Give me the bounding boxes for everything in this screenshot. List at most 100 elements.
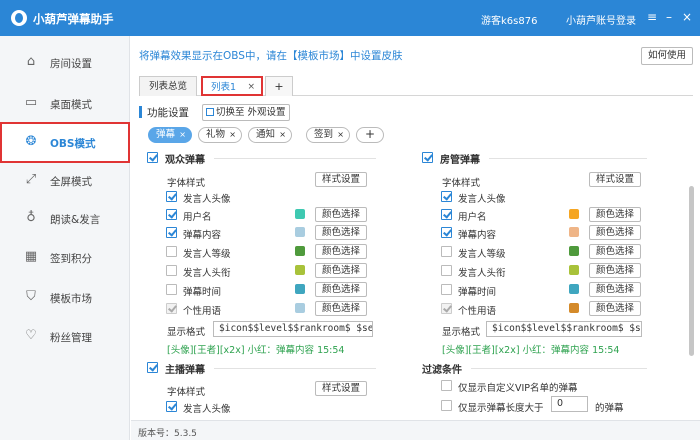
chip-close-icon[interactable]: × (179, 128, 186, 142)
color-swatch (569, 209, 579, 219)
color-picker-button[interactable]: 颜色选择 (315, 244, 367, 259)
sidebar-item-obs-mode[interactable]: ❂ OBS模式 (0, 122, 130, 163)
manager-time-checkbox[interactable] (441, 284, 452, 295)
tab-list-overview[interactable]: 列表总览 (139, 76, 197, 96)
chip-close-icon[interactable]: × (279, 128, 286, 142)
manager-phrase-checkbox (441, 303, 452, 314)
chip-close-icon[interactable]: × (229, 128, 236, 142)
vip-only-label: 仅显示自定义VIP名单的弹幕 (458, 383, 578, 394)
sidebar-item-fan-management[interactable]: ♡ 粉丝管理 (0, 316, 130, 357)
calendar-icon: ▦ (24, 249, 38, 264)
audience-content-checkbox[interactable] (166, 227, 177, 238)
switch-appearance-button[interactable]: 切换至 外观设置 (202, 104, 290, 121)
version-label: 版本号：5.3.5 (138, 429, 197, 439)
scrollbar-thumb[interactable] (689, 186, 694, 356)
chip-label: 弹幕 (156, 129, 176, 140)
sidebar-item-label: 房间设置 (50, 58, 92, 70)
color-picker-button[interactable]: 颜色选择 (315, 207, 367, 222)
divider (214, 158, 376, 159)
chip-close-icon[interactable]: × (337, 128, 344, 142)
color-picker-button[interactable]: 颜色选择 (315, 225, 367, 240)
sidebar-item-label: 模板市场 (50, 293, 92, 305)
color-picker-button[interactable]: 颜色选择 (315, 301, 367, 316)
color-picker-button[interactable]: 颜色选择 (589, 263, 641, 278)
color-picker-button[interactable]: 颜色选择 (315, 263, 367, 278)
scrollbar[interactable] (688, 150, 696, 400)
anchor-enable-checkbox[interactable] (147, 362, 158, 373)
audience-row-label: 个性用语 (183, 306, 222, 317)
manager-enable-checkbox[interactable] (422, 152, 433, 163)
chip-label: 礼物 (206, 129, 226, 140)
sidebar-item-label: 签到积分 (50, 253, 92, 265)
length-filter-checkbox[interactable] (441, 400, 452, 411)
manager-avatar-checkbox[interactable] (441, 191, 452, 202)
manager-content-checkbox[interactable] (441, 227, 452, 238)
color-swatch (295, 303, 305, 313)
tab-close-icon[interactable]: × (247, 78, 255, 97)
length-filter-label: 仅显示弹幕长度大于 (458, 403, 544, 414)
sidebar-item-room-settings[interactable]: ⌂ 房间设置 (0, 42, 130, 83)
manager-row-label: 弹幕时间 (458, 287, 497, 298)
length-filter-input[interactable]: 0 (551, 396, 588, 412)
color-picker-button[interactable]: 颜色选择 (589, 282, 641, 297)
menu-icon[interactable]: ≡ (644, 9, 660, 25)
anchor-row-label: 发言人头像 (183, 404, 231, 415)
close-icon[interactable]: × (679, 9, 695, 25)
section-marker (139, 106, 142, 118)
how-to-use-button[interactable]: 如何使用 (641, 47, 693, 65)
audience-avatar-checkbox[interactable] (166, 191, 177, 202)
switch-appearance-label: 切换至 外观设置 (216, 107, 286, 118)
color-picker-button[interactable]: 颜色选择 (589, 225, 641, 240)
manager-format-input[interactable]: $icon$$level$$rankroom$ $sender (486, 321, 642, 337)
manager-row-label: 发言人头像 (458, 194, 506, 205)
color-picker-button[interactable]: 颜色选择 (315, 282, 367, 297)
audience-level-checkbox[interactable] (166, 246, 177, 257)
color-picker-button[interactable]: 颜色选择 (589, 244, 641, 259)
chip-notice[interactable]: 通知 × (248, 127, 292, 143)
sidebar-item-checkin-points[interactable]: ▦ 签到积分 (0, 237, 130, 278)
audience-title-checkbox[interactable] (166, 265, 177, 276)
sidebar-item-template-market[interactable]: ⛉ 模板市场 (0, 277, 130, 318)
anchor-font-style-label: 字体样式 (167, 387, 206, 398)
audience-format-input[interactable]: $icon$$level$$rankroom$ $sender (213, 321, 373, 337)
color-picker-button[interactable]: 颜色选择 (589, 301, 641, 316)
chip-label: 签到 (314, 129, 334, 140)
color-swatch (569, 284, 579, 294)
add-chip-button[interactable]: + (356, 127, 384, 143)
audience-font-style-label: 字体样式 (167, 178, 206, 189)
audience-time-checkbox[interactable] (166, 284, 177, 295)
audience-row-label: 发言人头衔 (183, 268, 231, 279)
login-link[interactable]: 小葫芦账号登录 (566, 12, 636, 27)
sidebar-item-label: 全屏模式 (50, 176, 92, 188)
manager-level-checkbox[interactable] (441, 246, 452, 257)
title-bar: 小葫芦弹幕助手 游客k6s876 小葫芦账号登录 ≡ – × (0, 0, 700, 36)
audience-enable-checkbox[interactable] (147, 152, 158, 163)
chip-gift[interactable]: 礼物 × (198, 127, 242, 143)
home-icon: ⌂ (26, 54, 36, 69)
manager-row-label: 用户名 (458, 212, 487, 223)
audience-style-button[interactable]: 样式设置 (315, 172, 367, 187)
anchor-avatar-checkbox[interactable] (166, 401, 177, 412)
add-tab-button[interactable]: + (265, 76, 293, 96)
color-picker-button[interactable]: 颜色选择 (589, 207, 641, 222)
divider (214, 368, 376, 369)
audience-row-label: 弹幕内容 (183, 230, 222, 241)
fullscreen-icon: ⤢ (25, 172, 37, 187)
chip-checkin[interactable]: 签到 × (306, 127, 350, 143)
sidebar-item-read-speak[interactable]: ♁ 朗读&发言 (0, 198, 130, 239)
manager-title-checkbox[interactable] (441, 265, 452, 276)
tab-list-1[interactable]: 列表1 × (201, 76, 263, 96)
manager-row-label: 发言人等级 (458, 249, 506, 260)
sidebar-item-label: 粉丝管理 (50, 332, 92, 344)
audience-username-checkbox[interactable] (166, 209, 177, 220)
sidebar-item-fullscreen-mode[interactable]: ⤢ 全屏模式 (0, 160, 130, 201)
obs-tip: 将弹幕效果显示在OBS中，请在【模板市场】中设置皮肤 (139, 50, 403, 62)
anchor-style-button[interactable]: 样式设置 (315, 381, 367, 396)
manager-style-button[interactable]: 样式设置 (589, 172, 641, 187)
manager-row-label: 发言人头衔 (458, 268, 506, 279)
chip-danmaku[interactable]: 弹幕 × (148, 127, 192, 143)
manager-username-checkbox[interactable] (441, 209, 452, 220)
vip-only-checkbox[interactable] (441, 380, 452, 391)
minimize-icon[interactable]: – (661, 9, 677, 25)
sidebar-item-desktop-mode[interactable]: ▭ 桌面模式 (0, 83, 130, 124)
